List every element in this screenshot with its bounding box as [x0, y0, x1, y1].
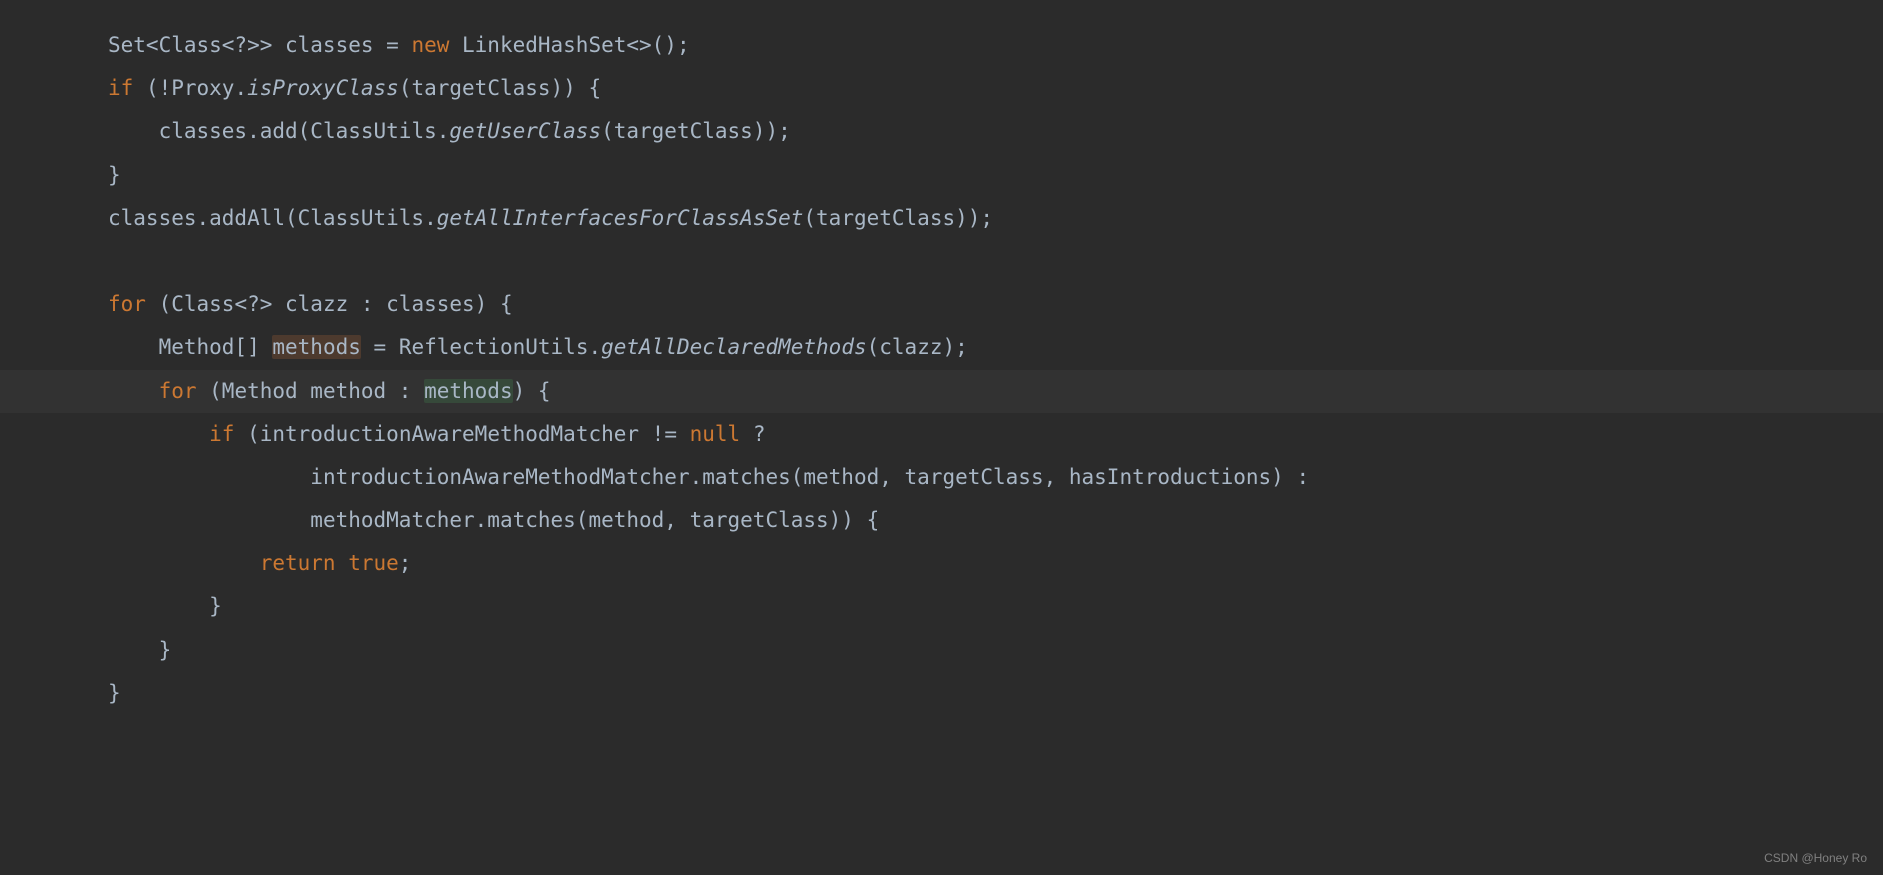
code-token: Method[] [159, 335, 273, 359]
code-token: } [209, 594, 222, 618]
code-token: ? [740, 422, 765, 446]
code-line[interactable] [108, 240, 1883, 283]
code-token: (!Proxy. [133, 76, 247, 100]
code-line[interactable]: introductionAwareMethodMatcher.matches(m… [108, 456, 1883, 499]
indent [108, 594, 209, 618]
indent [108, 335, 159, 359]
code-token: (clazz); [867, 335, 968, 359]
code-token: new [411, 33, 449, 57]
code-line[interactable]: for (Class<?> clazz : classes) { [108, 283, 1883, 326]
code-token: getAllDeclaredMethods [601, 335, 867, 359]
code-line[interactable]: if (introductionAwareMethodMatcher != nu… [108, 413, 1883, 456]
code-line[interactable]: classes.add(ClassUtils.getUserClass(targ… [108, 110, 1883, 153]
code-line[interactable]: Set<Class<?>> classes = new LinkedHashSe… [108, 24, 1883, 67]
code-token: ) { [513, 379, 551, 403]
code-line[interactable]: if (!Proxy.isProxyClass(targetClass)) { [108, 67, 1883, 110]
watermark-text: CSDN @Honey Ro [1764, 851, 1867, 865]
code-line[interactable]: Method[] methods = ReflectionUtils.getAl… [108, 326, 1883, 369]
code-token: isProxyClass [247, 76, 399, 100]
code-line[interactable]: return true; [108, 542, 1883, 585]
code-token: introductionAwareMethodMatcher.matches(m… [310, 465, 1309, 489]
code-token: (Class<?> clazz : classes) { [146, 292, 513, 316]
code-token: classes.add(ClassUtils. [159, 119, 450, 143]
code-line[interactable]: } [108, 585, 1883, 628]
code-token: classes.addAll(ClassUtils. [108, 206, 437, 230]
code-line[interactable]: } [108, 672, 1883, 715]
code-token: methods [424, 379, 513, 403]
code-line[interactable]: } [108, 154, 1883, 197]
indent [108, 379, 159, 403]
code-token: return true [260, 551, 399, 575]
code-token: } [159, 638, 172, 662]
code-line[interactable]: methodMatcher.matches(method, targetClas… [108, 499, 1883, 542]
code-token: if [209, 422, 234, 446]
code-token: getUserClass [449, 119, 601, 143]
code-editor[interactable]: Set<Class<?>> classes = new LinkedHashSe… [0, 0, 1883, 739]
code-token: (targetClass)); [803, 206, 993, 230]
code-line[interactable]: classes.addAll(ClassUtils.getAllInterfac… [108, 197, 1883, 240]
code-token: LinkedHashSet<>(); [449, 33, 689, 57]
code-token: } [108, 163, 121, 187]
code-token: Set<Class<?>> classes = [108, 33, 411, 57]
indent [108, 551, 260, 575]
code-token: methodMatcher.matches(method, targetClas… [310, 508, 879, 532]
code-token: for [108, 292, 146, 316]
indent [108, 638, 159, 662]
code-token: methods [272, 335, 361, 359]
code-token: (targetClass)); [601, 119, 791, 143]
code-token: (Method method : [197, 379, 425, 403]
code-line[interactable]: for (Method method : methods) { [0, 370, 1883, 413]
code-token: } [108, 681, 121, 705]
code-token: if [108, 76, 133, 100]
code-line[interactable]: } [108, 629, 1883, 672]
code-token: getAllInterfacesForClassAsSet [437, 206, 804, 230]
code-token: for [159, 379, 197, 403]
indent [108, 119, 159, 143]
indent [108, 465, 310, 489]
code-token: null [690, 422, 741, 446]
code-token: ; [399, 551, 412, 575]
indent [108, 422, 209, 446]
code-token: (targetClass)) { [399, 76, 601, 100]
code-token: (introductionAwareMethodMatcher != [234, 422, 689, 446]
code-token: = ReflectionUtils. [361, 335, 601, 359]
indent [108, 508, 310, 532]
